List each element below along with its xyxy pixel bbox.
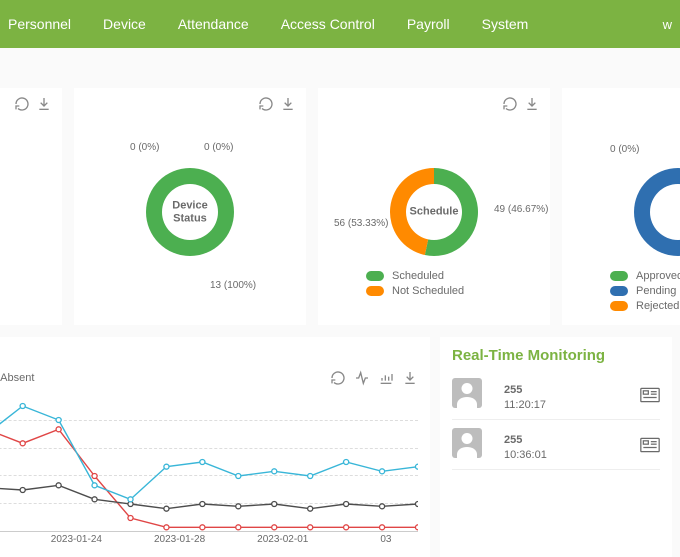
monitor-item[interactable]: 255 11:20:17 <box>452 370 660 420</box>
activity-icon[interactable] <box>354 370 370 386</box>
donut-callout: 0 (0%) <box>130 142 159 153</box>
donut-card: 37 (35.24%) OnlineOfflineUnauthorized <box>0 88 62 325</box>
download-icon[interactable] <box>402 370 418 386</box>
refresh-icon[interactable] <box>330 370 346 386</box>
monitor-id: 255 <box>504 434 610 446</box>
top-nav: Personnel Device Attendance Access Contr… <box>0 0 680 48</box>
donut-legend: Scheduled Not Scheduled <box>328 270 540 297</box>
trend-xticks: 01-1601-202023-01-242023-01-282023-02-01… <box>0 534 418 545</box>
bar-chart-icon[interactable] <box>378 370 394 386</box>
donut-callout: 0 (0%) <box>610 144 639 155</box>
donut-callout: 13 (100%) <box>210 280 256 291</box>
card-toolbar <box>328 96 540 112</box>
trend-legend: Late Early-Leave Absent <box>0 370 418 386</box>
donut-card: 0 (0%) Approved Pending Rejected <box>562 88 680 325</box>
legend-row: Scheduled <box>366 270 540 282</box>
donut-callout: 56 (53.33%) <box>334 218 388 229</box>
donut-title: DeviceStatus <box>172 199 207 224</box>
refresh-icon[interactable] <box>14 96 30 112</box>
nav-right-text: w <box>663 17 672 32</box>
refresh-icon[interactable] <box>258 96 274 112</box>
nav-attendance[interactable]: Attendance <box>178 16 249 32</box>
nav-access-control[interactable]: Access Control <box>281 16 375 32</box>
donut-card: DeviceStatus 0 (0%) 0 (0%) 13 (100%) <box>74 88 306 325</box>
legend-row: Online <box>0 270 52 282</box>
legend-row: Approved <box>610 270 680 282</box>
nav-device[interactable]: Device <box>103 16 146 32</box>
monitor-text: 255 11:20:17 <box>504 378 610 411</box>
avatar-icon <box>452 378 482 408</box>
device-icon <box>640 387 660 403</box>
donut-legend: Online Offline Unauthorized <box>0 270 52 312</box>
download-icon[interactable] <box>524 96 540 112</box>
monitor-list: 255 11:20:17 255 10:36:01 <box>452 370 660 470</box>
donut-cards-row: 37 (35.24%) OnlineOfflineUnauthorized De… <box>0 48 680 325</box>
monitor-text: 255 10:36:01 <box>504 428 610 461</box>
download-icon[interactable] <box>280 96 296 112</box>
donut-callout: 0 (0%) <box>204 142 233 153</box>
nav-system[interactable]: System <box>482 16 529 32</box>
monitor-title: Real-Time Monitoring <box>452 347 660 364</box>
card-toolbar <box>572 96 680 112</box>
refresh-icon[interactable] <box>502 96 518 112</box>
donut-callout: 49 (46.67%) <box>494 204 548 215</box>
device-icon <box>640 437 660 453</box>
legend-row: Pending <box>610 285 680 297</box>
legend-row: Unauthorized <box>0 300 52 312</box>
monitor-time: 11:20:17 <box>504 399 610 411</box>
card-toolbar <box>84 96 296 112</box>
monitor-item[interactable]: 255 10:36:01 <box>452 420 660 470</box>
avatar-icon <box>452 428 482 458</box>
monitor-time: 10:36:01 <box>504 449 610 461</box>
legend-row: Offline <box>0 285 52 297</box>
monitor-id: 255 <box>504 384 610 396</box>
legend-absent: Absent <box>0 372 34 384</box>
nav-payroll[interactable]: Payroll <box>407 16 450 32</box>
bottom-row: n Late Early-Leave Absent 01-1601-202023… <box>0 325 680 557</box>
card-toolbar <box>0 96 52 112</box>
donut-title: Schedule <box>410 206 459 219</box>
legend-row: Rejected <box>610 300 680 312</box>
legend-row: Not Scheduled <box>366 285 540 297</box>
nav-personnel[interactable]: Personnel <box>8 16 71 32</box>
trend-chart <box>0 392 418 532</box>
donut-card: Schedule 56 (53.33%) 49 (46.67%) Schedule… <box>318 88 550 325</box>
donut-legend: Approved Pending Rejected <box>572 270 680 312</box>
trend-panel: n Late Early-Leave Absent 01-1601-202023… <box>0 337 430 557</box>
download-icon[interactable] <box>36 96 52 112</box>
monitor-panel: Real-Time Monitoring 255 11:20:17 255 10… <box>440 337 672 557</box>
trend-title: n <box>0 347 418 364</box>
